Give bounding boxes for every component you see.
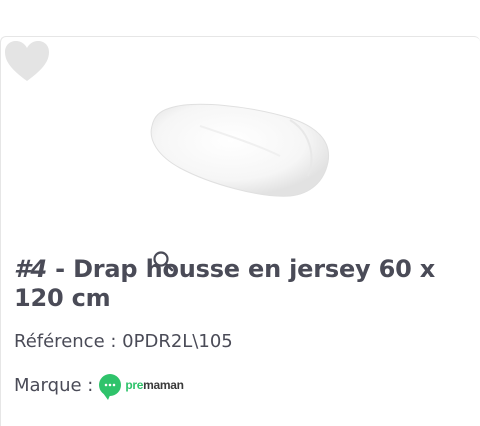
- chat-bubble-logo-icon: [99, 374, 122, 400]
- product-reference: Référence : 0PDR2L\105: [14, 331, 233, 352]
- product-name: Drap housse en jersey 60 x 120 cm: [14, 255, 436, 312]
- heart-icon: [5, 41, 49, 81]
- product-title[interactable]: #4 - Drap housse en jersey 60 x 120 cm: [14, 255, 466, 313]
- title-separator: -: [47, 255, 74, 283]
- product-rank: #4: [14, 255, 47, 283]
- brand-label: Marque :: [14, 374, 94, 396]
- product-image[interactable]: [140, 96, 340, 200]
- brand-logo-text: premaman: [125, 378, 184, 392]
- product-brand: Marque : premaman: [14, 374, 184, 400]
- favorite-button[interactable]: [4, 40, 50, 84]
- reference-value: 0PDR2L\105: [122, 331, 233, 352]
- reference-label: Référence :: [14, 331, 123, 352]
- product-card: [0, 36, 480, 426]
- brand-logo[interactable]: premaman: [99, 374, 184, 400]
